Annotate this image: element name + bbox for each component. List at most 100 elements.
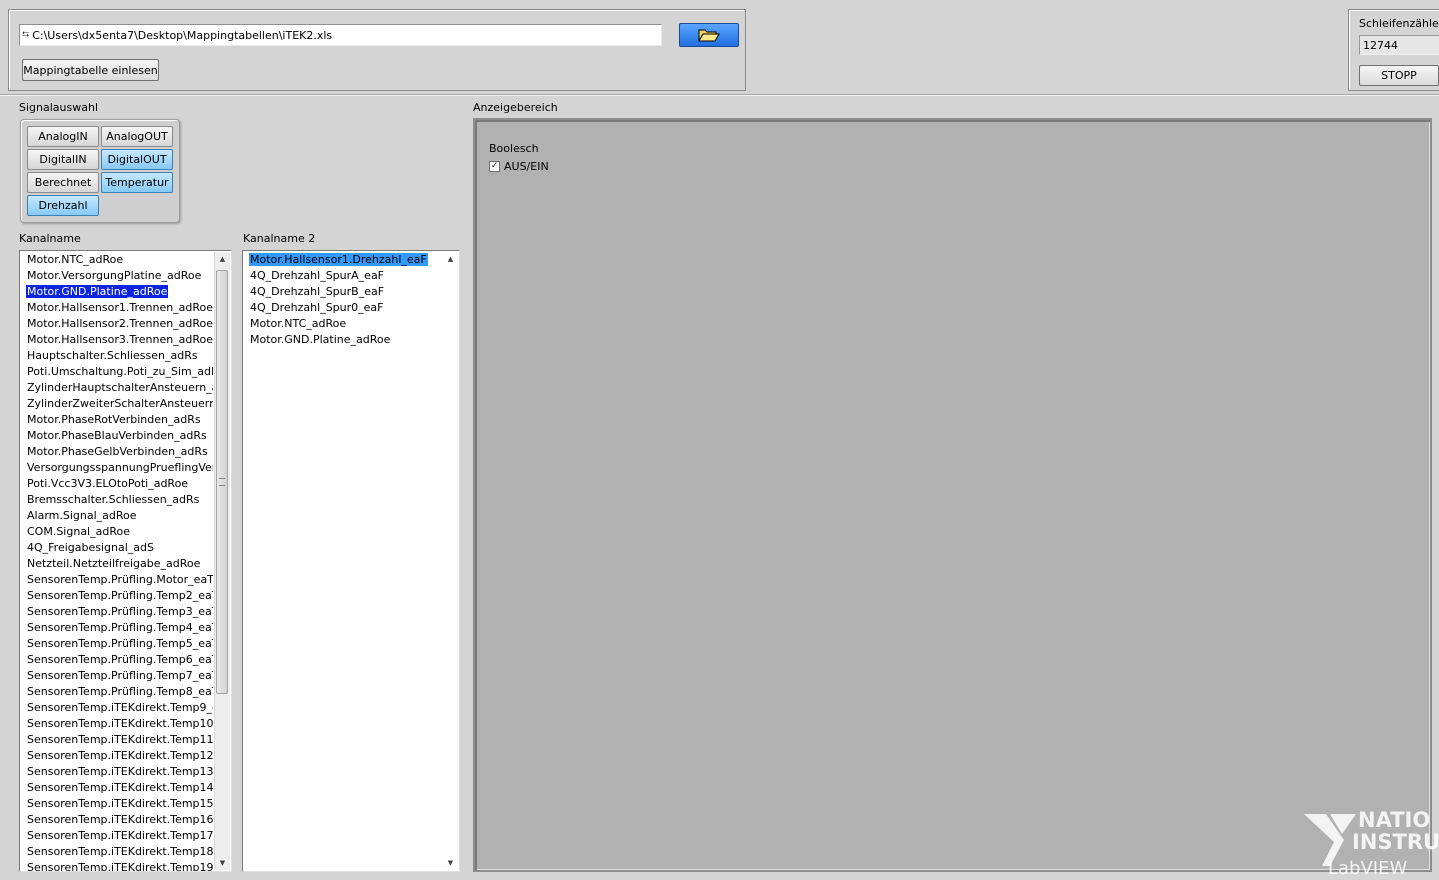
kanalname-listbox[interactable]: Motor.NTC_adRoe Motor.VersorgungPlatine_a…	[19, 250, 232, 872]
signal-button-analogout[interactable]: AnalogOUT	[101, 126, 173, 147]
list-item[interactable]: SensorenTemp.iTEKdirekt.Temp15_	[24, 796, 213, 812]
list-item[interactable]: Alarm.Signal_adRoe	[24, 508, 213, 524]
list-item-label: SensorenTemp.Prüfling.Temp8_eaT	[27, 685, 213, 698]
list-item[interactable]: SensorenTemp.iTEKdirekt.Temp9_e	[24, 700, 213, 716]
list-item[interactable]: SensorenTemp.iTEKdirekt.Temp11_	[24, 732, 213, 748]
list-item-label: SensorenTemp.iTEKdirekt.Temp9_e	[27, 701, 213, 714]
list-item[interactable]: Motor.NTC_adRoe	[24, 252, 213, 268]
list-item[interactable]: Motor.NTC_adRoe	[247, 316, 441, 332]
list-item[interactable]: ZylinderHauptschalterAnsteuern_ac	[24, 380, 213, 396]
list-item-label: SensorenTemp.iTEKdirekt.Temp18_	[27, 845, 213, 858]
list-item[interactable]: 4Q_Drehzahl_Spur0_eaF	[247, 300, 441, 316]
list-item-label: Hauptschalter.Schliessen_adRs	[27, 349, 198, 362]
file-path-input[interactable]: ⮀ C:\Users\dx5enta7\Desktop\Mappingtabel…	[19, 24, 662, 46]
scroll-down-icon[interactable]: ▼	[215, 856, 230, 870]
list-item[interactable]: ZylinderZweiterSchalterAnsteuern_a	[24, 396, 213, 412]
list-item[interactable]: SensorenTemp.Prüfling.Temp7_eaT	[24, 668, 213, 684]
list-item[interactable]: Motor.Hallsensor3.Trennen_adRoe	[24, 332, 213, 348]
list-item-label: Motor.VersorgungPlatine_adRoe	[27, 269, 202, 282]
list-item[interactable]: SensorenTemp.iTEKdirekt.Temp16_	[24, 812, 213, 828]
list-item-label: SensorenTemp.iTEKdirekt.Temp10_	[27, 717, 213, 730]
list-item[interactable]: SensorenTemp.Prüfling.Temp5_eaT	[24, 636, 213, 652]
list-item-label: Motor.PhaseRotVerbinden_adRs	[27, 413, 201, 426]
scroll-up-icon[interactable]: ▲	[443, 252, 458, 266]
list-item[interactable]: VersorgungsspannungPrueflingVerl	[24, 460, 213, 476]
list-item[interactable]: Motor.PhaseBlauVerbinden_adRs	[24, 428, 213, 444]
list-item[interactable]: SensorenTemp.iTEKdirekt.Temp17_	[24, 828, 213, 844]
list-item[interactable]: Motor.PhaseRotVerbinden_adRs	[24, 412, 213, 428]
list-item[interactable]: SensorenTemp.Prüfling.Motor_eaT	[24, 572, 213, 588]
list-item[interactable]: SensorenTemp.iTEKdirekt.Temp19	[24, 860, 213, 871]
ni-logo-line2: INSTRU	[1352, 830, 1439, 854]
list-item[interactable]: SensorenTemp.Prüfling.Temp8_eaT	[24, 684, 213, 700]
list-item-label: ZylinderHauptschalterAnsteuern_ac	[27, 381, 213, 394]
list-item-label: SensorenTemp.Prüfling.Temp6_eaT	[27, 653, 213, 666]
list-item[interactable]: Hauptschalter.Schliessen_adRs	[24, 348, 213, 364]
separator	[0, 94, 1439, 96]
list-item[interactable]: Bremsschalter.Schliessen_adRs	[24, 492, 213, 508]
kanalname2-label: Kanalname 2	[243, 232, 316, 245]
list-item-label: SensorenTemp.iTEKdirekt.Temp12_	[27, 749, 213, 762]
scroll-down-icon[interactable]: ▼	[443, 856, 458, 870]
load-mapping-button[interactable]: Mappingtabelle einlesen	[22, 59, 159, 81]
list-item-label: Motor.Hallsensor1.Drehzahl_eaF	[249, 253, 428, 266]
list-item-label: Motor.GND.Platine_adRoe	[250, 333, 391, 346]
list-item-label: SensorenTemp.Prüfling.Temp2_eaT	[27, 589, 213, 602]
list-item[interactable]: SensorenTemp.Prüfling.Temp6_eaT	[24, 652, 213, 668]
signal-button-analogin[interactable]: AnalogIN	[27, 126, 99, 147]
list-item[interactable]: 4Q_Drehzahl_SpurA_eaF	[247, 268, 441, 284]
list-item-label: Motor.NTC_adRoe	[250, 317, 347, 330]
signal-button-digitalin[interactable]: DigitalIN	[27, 149, 99, 170]
list-item[interactable]: SensorenTemp.Prüfling.Temp2_eaT	[24, 588, 213, 604]
loop-counter-label: Schleifenzähler	[1359, 17, 1439, 30]
list-item-label: Motor.PhaseBlauVerbinden_adRs	[27, 429, 207, 442]
list-item[interactable]: Motor.Hallsensor1.Trennen_adRoe	[24, 300, 213, 316]
signal-button-temperatur[interactable]: Temperatur	[101, 172, 173, 193]
list-item[interactable]: 4Q_Freigabesignal_adS	[24, 540, 213, 556]
loop-panel: Schleifenzähler 12744 STOPP	[1348, 9, 1439, 91]
stop-button[interactable]: STOPP	[1359, 65, 1439, 86]
scroll-thumb[interactable]	[216, 270, 228, 694]
list-item[interactable]: Motor.VersorgungPlatine_adRoe	[24, 268, 213, 284]
list-item[interactable]: Motor.Hallsensor2.Trennen_adRoe	[24, 316, 213, 332]
browse-button[interactable]	[679, 23, 739, 47]
list-item-label: SensorenTemp.iTEKdirekt.Temp19	[27, 861, 213, 871]
ni-labview-logo: NATIO INSTRU LabVIEW	[1300, 806, 1439, 880]
list-item-label: 4Q_Drehzahl_SpurA_eaF	[250, 269, 385, 282]
list-item[interactable]: SensorenTemp.iTEKdirekt.Temp12_	[24, 748, 213, 764]
list-item[interactable]: SensorenTemp.iTEKdirekt.Temp13_	[24, 764, 213, 780]
list-item[interactable]: SensorenTemp.Prüfling.Temp3_eaT	[24, 604, 213, 620]
kanalname2-items: Motor.Hallsensor1.Drehzahl_eaF 4Q_Drehzah…	[247, 252, 441, 871]
scroll-up-icon[interactable]: ▲	[215, 252, 230, 266]
list-item[interactable]: Motor.GND.Platine_adRoe	[247, 332, 441, 348]
list-item[interactable]: Motor.GND.Platine_adRoe	[24, 284, 213, 300]
list-item-label: SensorenTemp.iTEKdirekt.Temp13_	[27, 765, 213, 778]
list-item[interactable]: Motor.Hallsensor1.Drehzahl_eaF	[247, 252, 441, 268]
kanalname2-scrollbar[interactable]: ▲ ▼	[443, 252, 458, 870]
on-off-checkbox-row[interactable]: ✓ AUS/EIN	[489, 160, 549, 173]
list-item[interactable]: 4Q_Drehzahl_SpurB_eaF	[247, 284, 441, 300]
kanalname2-listbox[interactable]: Motor.Hallsensor1.Drehzahl_eaF 4Q_Drehzah…	[242, 250, 460, 872]
list-item-label: Alarm.Signal_adRoe	[27, 509, 137, 522]
kanalname-scrollbar[interactable]: ▲ ▼	[214, 252, 230, 870]
list-item[interactable]: Netzteil.Netzteilfreigabe_adRoe	[24, 556, 213, 572]
file-panel: ⮀ C:\Users\dx5enta7\Desktop\Mappingtabel…	[8, 9, 746, 91]
list-item[interactable]: COM.Signal_adRoe	[24, 524, 213, 540]
signal-button-drehzahl[interactable]: Drehzahl	[27, 195, 99, 216]
list-item[interactable]: Motor.PhaseGelbVerbinden_adRs	[24, 444, 213, 460]
list-item-label: Motor.Hallsensor1.Trennen_adRoe	[27, 301, 213, 314]
list-item-label: SensorenTemp.iTEKdirekt.Temp16_	[27, 813, 213, 826]
display-area-label: Anzeigebereich	[473, 101, 558, 114]
list-item[interactable]: Poti.Umschaltung.Poti_zu_Sim_adR	[24, 364, 213, 380]
list-item[interactable]: SensorenTemp.iTEKdirekt.Temp14_	[24, 780, 213, 796]
list-item[interactable]: SensorenTemp.iTEKdirekt.Temp10_	[24, 716, 213, 732]
checkmark-icon[interactable]: ✓	[489, 161, 500, 172]
list-item-label: SensorenTemp.Prüfling.Temp7_eaT	[27, 669, 213, 682]
list-item[interactable]: Poti.Vcc3V3.ELOtoPoti_adRoe	[24, 476, 213, 492]
list-item[interactable]: SensorenTemp.Prüfling.Temp4_eaT	[24, 620, 213, 636]
signal-button-berechnet[interactable]: Berechnet	[27, 172, 99, 193]
list-item[interactable]: SensorenTemp.iTEKdirekt.Temp18_	[24, 844, 213, 860]
signal-button-digitalout[interactable]: DigitalOUT	[101, 149, 173, 170]
list-item-label: SensorenTemp.iTEKdirekt.Temp15_	[27, 797, 213, 810]
list-item-label: SensorenTemp.Prüfling.Motor_eaT	[27, 573, 213, 586]
